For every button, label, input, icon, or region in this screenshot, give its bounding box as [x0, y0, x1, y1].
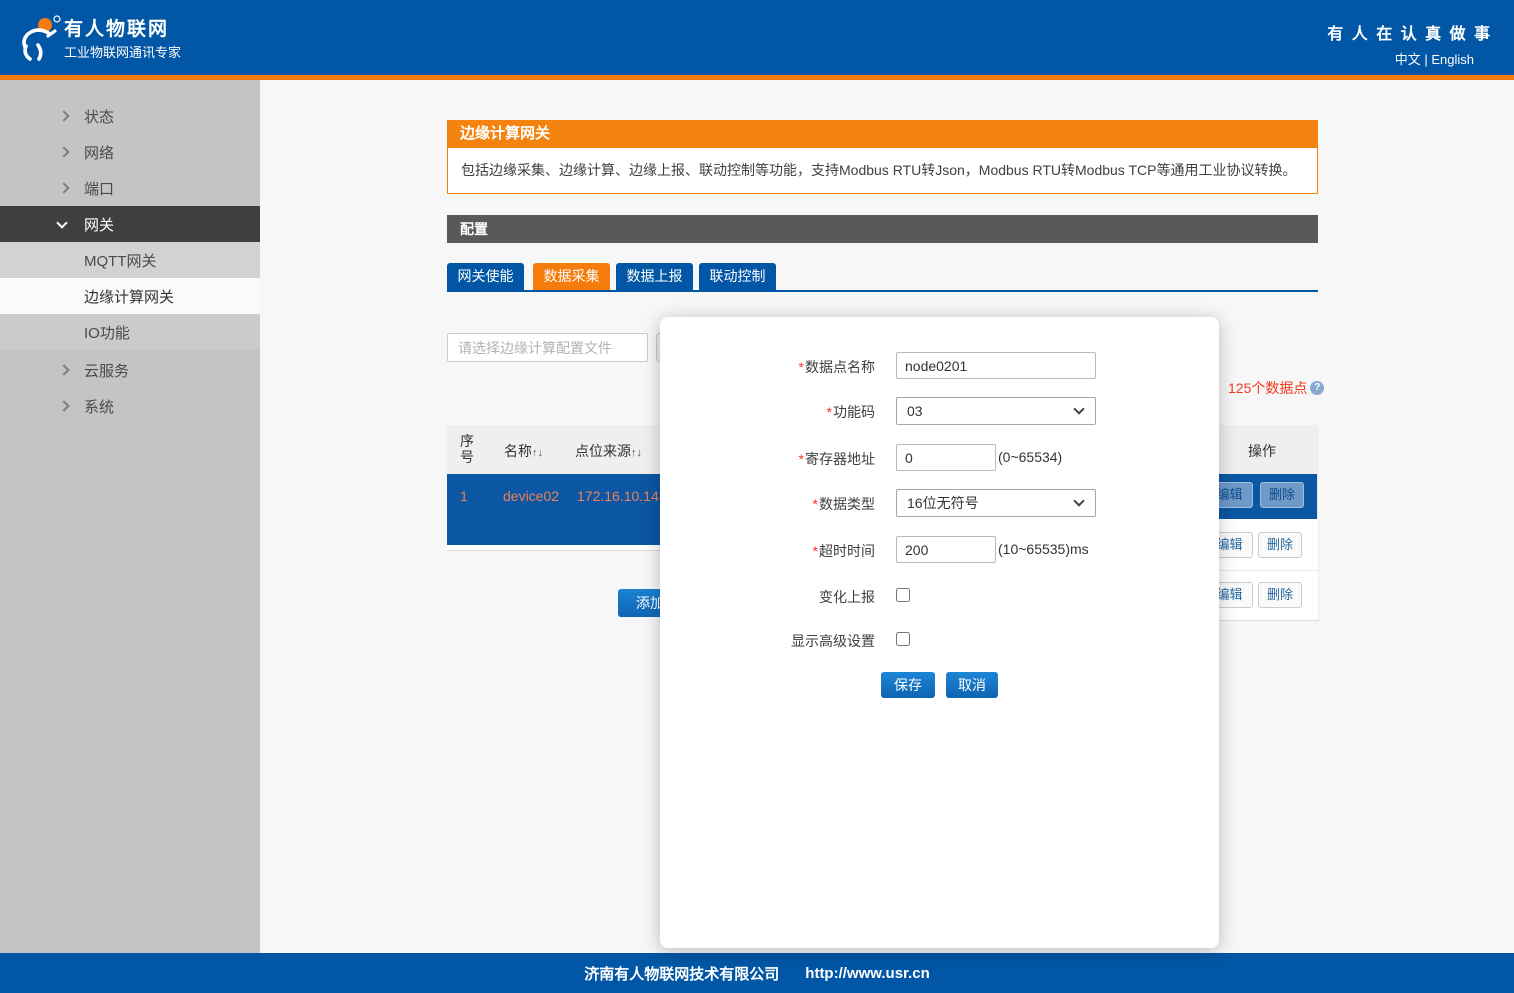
cell-source: 172.16.10.143 [577, 488, 667, 504]
config-tabs: 网关使能 数据采集 数据上报 联动控制 [447, 263, 1318, 290]
field-label: 显示高级设置 [660, 631, 875, 651]
column-header-ops: 操作 [1237, 441, 1287, 461]
function-code-select[interactable]: 03 [896, 397, 1096, 425]
column-header-source[interactable]: 点位来源↑↓ [575, 441, 642, 461]
chevron-right-icon [58, 146, 69, 157]
range-hint: (0~65534) [998, 449, 1062, 465]
delete-button[interactable]: 删除 [1258, 582, 1302, 608]
chevron-right-icon [58, 182, 69, 193]
required-asterisk: * [799, 359, 804, 375]
field-row-advanced-settings: 显示高级设置 [660, 629, 1219, 649]
field-label: 数据点名称 [805, 359, 875, 375]
sidebar-item-edge-gateway[interactable]: 边缘计算网关 [0, 278, 260, 314]
column-header-seq: 序号 [460, 433, 486, 465]
page-description: 包括边缘采集、边缘计算、边缘上报、联动控制等功能，支持Modbus RTU转Js… [447, 147, 1318, 194]
range-hint: (10~65535)ms [998, 541, 1089, 557]
cell-name: device02 [503, 488, 559, 504]
help-icon[interactable]: ? [1310, 381, 1324, 395]
required-asterisk: * [827, 404, 832, 420]
chevron-down-icon [1073, 403, 1084, 414]
column-header-name[interactable]: 名称↑↓ [504, 441, 543, 461]
field-row-timeout: *超时时间 (10~65535)ms [660, 536, 1219, 563]
field-label: 寄存器地址 [805, 451, 875, 467]
config-file-input[interactable] [447, 333, 648, 362]
tab-data-report[interactable]: 数据上报 [616, 263, 693, 290]
datapoint-count-text: 125个数据点 [1228, 378, 1307, 398]
datapoint-name-input[interactable] [896, 352, 1096, 379]
field-label: 数据类型 [819, 496, 875, 512]
cell-seq: 1 [460, 488, 468, 504]
brand-slogan: 有 人 在 认 真 做 事 [1327, 20, 1492, 44]
field-row-data-type: *数据类型 16位无符号 [660, 489, 1219, 517]
brand-subtitle: 工业物联网通讯专家 [64, 42, 181, 61]
datapoint-edit-modal: *数据点名称 *功能码 03 *寄存器地址 (0~65534) *数据类型 16… [660, 317, 1219, 948]
chevron-right-icon [58, 110, 69, 121]
register-address-input[interactable] [896, 444, 996, 471]
sidebar-item-network[interactable]: 网络 [0, 134, 260, 170]
sidebar-nav: 状态 网络 端口 网关 MQTT网关 边缘计算网关 IO功能 云服务 系统 [0, 80, 260, 953]
required-asterisk: * [813, 543, 818, 559]
field-label: 功能码 [833, 404, 875, 420]
chevron-right-icon [58, 400, 69, 411]
save-button[interactable]: 保存 [881, 672, 935, 698]
tab-data-acquisition[interactable]: 数据采集 [533, 263, 610, 290]
sidebar-item-port[interactable]: 端口 [0, 170, 260, 206]
data-type-select[interactable]: 16位无符号 [896, 489, 1096, 517]
field-row-name: *数据点名称 [660, 352, 1219, 379]
report-on-change-checkbox[interactable] [896, 588, 910, 602]
config-section-header: 配置 [447, 215, 1318, 243]
field-label: 变化上报 [660, 587, 875, 607]
footer-company: 济南有人物联网技术有限公司 [584, 963, 779, 984]
field-row-function-code: *功能码 03 [660, 397, 1219, 425]
top-header-bar: 有人物联网 工业物联网通讯专家 有 人 在 认 真 做 事 中文 | Engli… [0, 0, 1514, 75]
sidebar-item-cloud-service[interactable]: 云服务 [0, 352, 260, 388]
chevron-down-icon [56, 217, 67, 228]
chevron-right-icon [58, 364, 69, 375]
field-row-report-on-change: 变化上报 [660, 585, 1219, 605]
chevron-down-icon [1073, 495, 1084, 506]
sort-arrows-icon[interactable]: ↑↓ [631, 447, 642, 459]
delete-button[interactable]: 删除 [1260, 482, 1304, 508]
sidebar-item-mqtt-gateway[interactable]: MQTT网关 [0, 242, 260, 278]
language-switcher: 中文 | English [1395, 49, 1474, 68]
sidebar-item-io-function[interactable]: IO功能 [0, 314, 260, 350]
datapoint-count-row: 125个数据点 ? [1228, 379, 1324, 397]
lang-chinese-link[interactable]: 中文 [1395, 52, 1421, 67]
delete-button[interactable]: 删除 [1258, 532, 1302, 558]
timeout-input[interactable] [896, 536, 996, 563]
required-asterisk: * [813, 496, 818, 512]
tab-gateway-enable[interactable]: 网关使能 [447, 263, 524, 290]
sidebar-item-system[interactable]: 系统 [0, 388, 260, 424]
usr-logo-icon [14, 13, 62, 63]
page-title: 边缘计算网关 [447, 120, 1318, 147]
field-label: 超时时间 [819, 543, 875, 559]
sidebar-item-status[interactable]: 状态 [0, 98, 260, 134]
cancel-button[interactable]: 取消 [946, 672, 998, 698]
tab-underline [447, 290, 1318, 292]
sidebar-item-gateway[interactable]: 网关 [0, 206, 260, 242]
required-asterisk: * [799, 451, 804, 467]
footer-url[interactable]: http://www.usr.cn [805, 965, 929, 982]
brand-title: 有人物联网 [64, 14, 169, 41]
lang-english-link[interactable]: English [1431, 52, 1474, 67]
field-row-register-addr: *寄存器地址 (0~65534) [660, 444, 1219, 471]
sort-arrows-icon[interactable]: ↑↓ [532, 447, 543, 459]
lang-divider: | [1424, 52, 1427, 67]
tab-linkage-control[interactable]: 联动控制 [699, 263, 776, 290]
show-advanced-checkbox[interactable] [896, 632, 910, 646]
footer-bar: 济南有人物联网技术有限公司 http://www.usr.cn [0, 953, 1514, 993]
